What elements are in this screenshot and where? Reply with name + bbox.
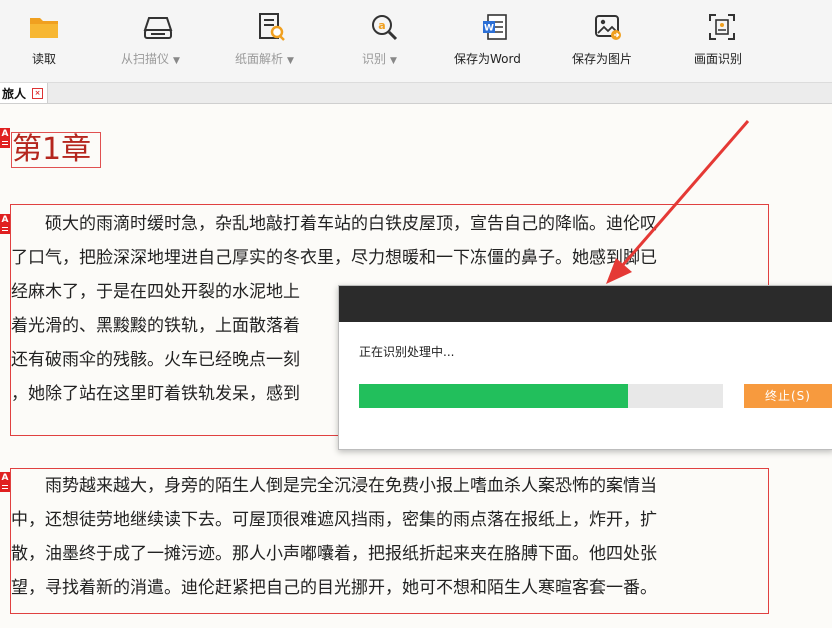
word-file-icon: W [478, 10, 512, 44]
parse-label: 纸面解析 [235, 52, 284, 66]
save-image-label: 保存为图片 [572, 52, 633, 66]
read-label: 读取 [31, 52, 56, 66]
stop-button[interactable]: 终止(S) [744, 384, 832, 408]
parse-button[interactable]: 纸面解析 ▼ [232, 0, 312, 82]
text-block-marker-icon: A [0, 128, 10, 148]
progress-message: 正在识别处理中... [359, 345, 455, 359]
recognize-magnifier-icon: a [367, 10, 401, 44]
scan-label-wrap: 从扫描仪 ▼ [121, 50, 180, 67]
save-word-label: 保存为Word [454, 52, 521, 66]
read-button[interactable]: 读取 [20, 0, 68, 82]
paragraph-line: 硕大的雨滴时缓时急，杂乱地敲打着车站的白铁皮屋顶，宣告自己的降临。迪伦叹 [11, 214, 657, 234]
parse-label-wrap: 纸面解析 ▼ [235, 50, 294, 67]
paragraph-line: 散，油墨终于成了一摊污迹。那人小声嘟囔着，把报纸折起来夹在胳膊下面。他四处张 [11, 544, 657, 564]
folder-icon [27, 10, 61, 44]
paragraph-line: 雨势越来越大，身旁的陌生人倒是完全沉浸在免费小报上嗜血杀人案恐怖的案情当 [11, 476, 657, 496]
text-block-marker-icon: A [0, 214, 10, 234]
tab-document[interactable]: 旅人 × [0, 83, 49, 103]
caret-down-icon: ▼ [173, 56, 180, 66]
screen-recognize-button[interactable]: 画面识别 [690, 0, 754, 82]
svg-text:a: a [378, 19, 385, 32]
document-tab-strip: 旅人 × [0, 83, 832, 104]
image-save-icon [591, 10, 625, 44]
progress-bar-fill [359, 384, 629, 408]
svg-text:W: W [484, 24, 494, 34]
caret-down-icon: ▼ [390, 56, 397, 66]
recognition-progress-dialog: 正在识别处理中... 终止(S) [338, 285, 832, 450]
paragraph-line: 了口气，把脸深深地埋进自己厚实的冬衣里，尽力想暖和一下冻僵的鼻子。她感到脚已 [11, 248, 657, 268]
recognize-label-wrap: 识别 ▼ [362, 50, 397, 67]
scan-button[interactable]: 从扫描仪 ▼ [118, 0, 198, 82]
scan-label: 从扫描仪 [121, 52, 170, 66]
main-toolbar: 读取 从扫描仪 ▼ 纸面解析 ▼ a 识别 ▼ W 保存为Word 保存为图片 … [0, 0, 832, 83]
dialog-title-bar[interactable] [339, 286, 832, 322]
document-search-icon [254, 10, 288, 44]
screen-recognize-label: 画面识别 [694, 52, 743, 66]
progress-bar [359, 384, 723, 408]
paragraph-line: 望，寻找着新的消遣。迪伦赶紧把自己的目光挪开，她可不想和陌生人寒暄客套一番。 [11, 578, 657, 598]
save-word-button[interactable]: W 保存为Word [452, 0, 538, 82]
tab-label: 旅人 [2, 86, 27, 101]
text-block-marker-icon: A [0, 472, 10, 492]
scanner-icon [141, 10, 175, 44]
recognize-button[interactable]: a 识别 ▼ [352, 0, 416, 82]
screen-capture-icon [705, 10, 739, 44]
paragraph-block-2: 雨势越来越大，身旁的陌生人倒是完全沉浸在免费小报上嗜血杀人案恐怖的案情当 中，还… [10, 468, 769, 614]
close-icon[interactable]: × [32, 87, 44, 99]
save-image-button[interactable]: 保存为图片 [570, 0, 646, 82]
paragraph-line: 中，还想徒劳地继续读下去。可屋顶很难遮风挡雨，密集的雨点落在报纸上，炸开，扩 [11, 510, 657, 530]
recognize-label: 识别 [362, 52, 387, 66]
caret-down-icon: ▼ [287, 56, 294, 66]
chapter-title: 第1章 [11, 132, 101, 168]
